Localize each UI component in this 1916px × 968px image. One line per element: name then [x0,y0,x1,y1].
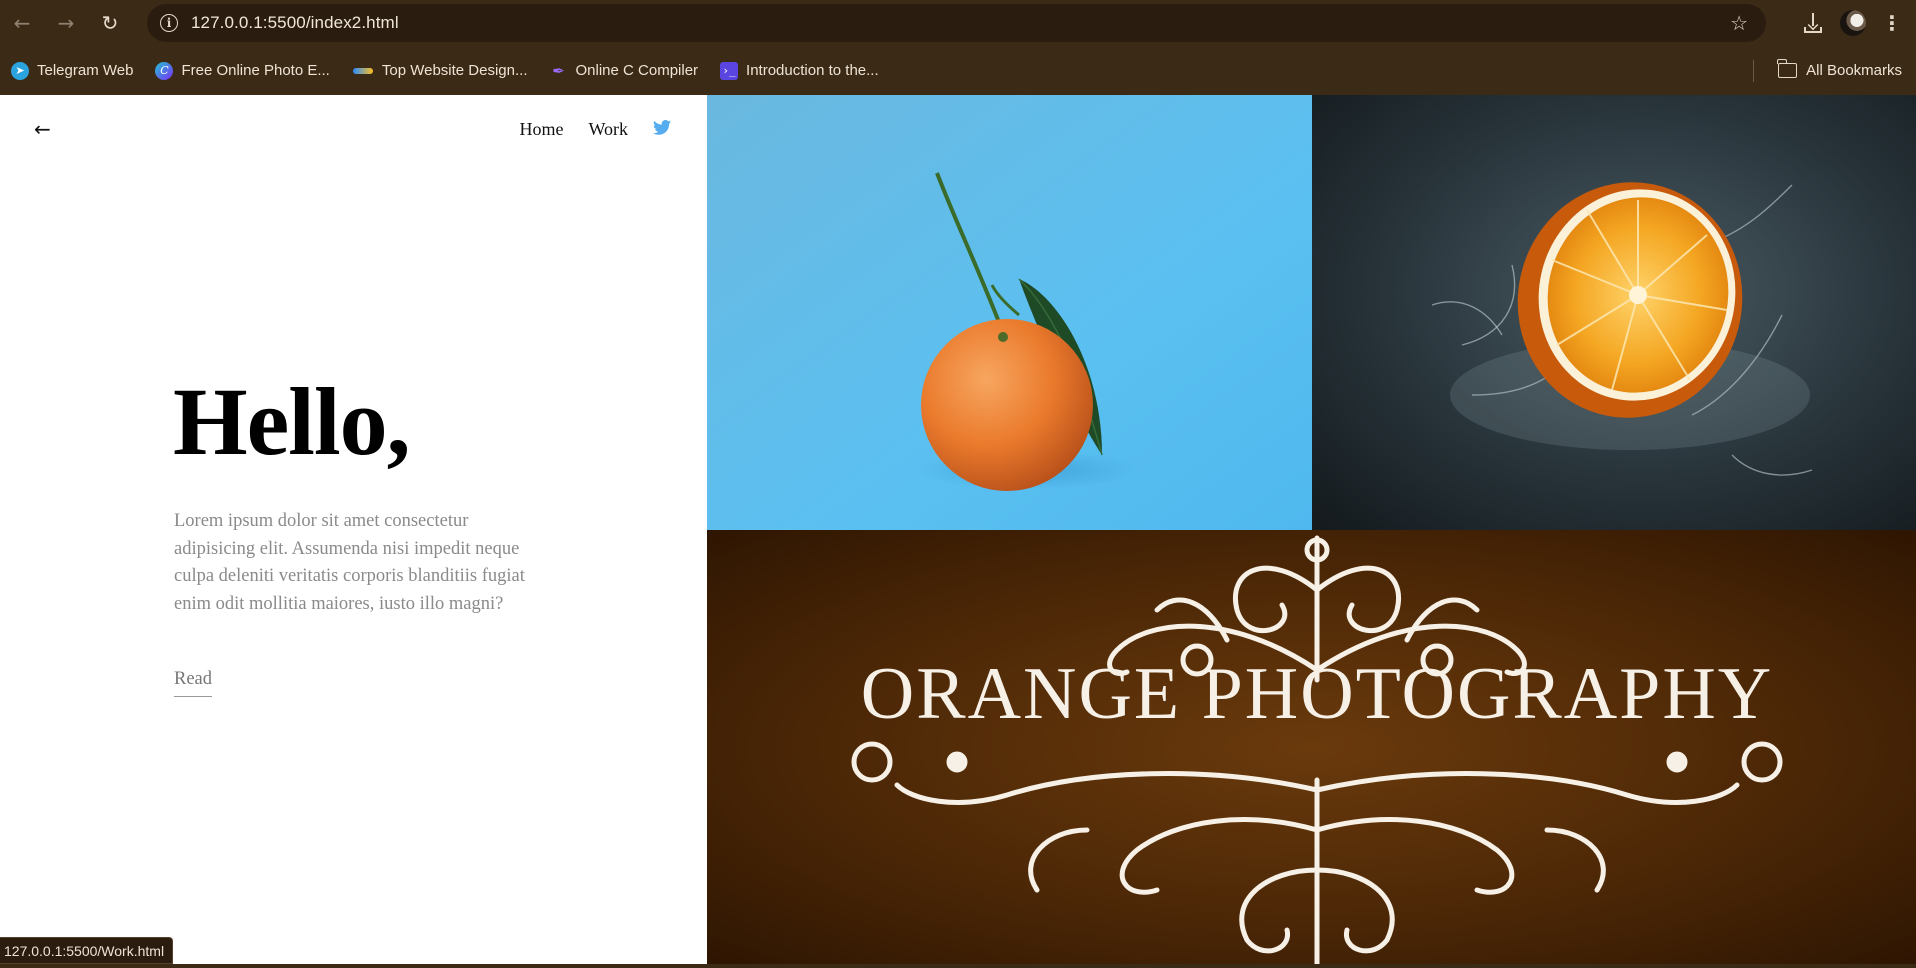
bookmark-label: Introduction to the... [746,62,879,79]
twitter-icon[interactable] [653,119,671,140]
tangerine-photo[interactable] [707,95,1312,530]
bookmark-star-icon[interactable]: ☆ [1730,11,1748,35]
link-status-bubble: 127.0.0.1:5500/Work.html [0,937,174,964]
nav-home-link[interactable]: Home [519,119,563,140]
telegram-icon: ➤ [11,61,29,80]
back-button[interactable]: ← [0,0,44,46]
nav-work-link[interactable]: Work [588,119,628,140]
folder-icon [1777,59,1798,78]
bookmark-website-design[interactable]: Top Website Design... [352,62,528,80]
bookmark-c-compiler[interactable]: ✒ Online C Compiler [550,62,699,80]
bookmark-label: Telegram Web [37,62,134,79]
bookmark-label: Top Website Design... [381,62,528,79]
bookmark-label: Online C Compiler [575,62,699,79]
bookmark-introduction[interactable]: ›_ Introduction to the... [720,61,879,80]
site-nav: Home Work [519,119,671,140]
address-url[interactable]: 127.0.0.1:5500/index2.html [191,13,399,33]
pen-icon: ✒ [552,62,565,80]
bookmarks-bar: ➤ Telegram Web C Free Online Photo E... … [0,46,1916,95]
bookmark-photo-editor[interactable]: C Free Online Photo E... [155,61,330,80]
hero-panel: ← Home Work Hello, Lorem ipsum dolor sit… [0,95,707,964]
back-arrow-icon[interactable]: ← [34,117,51,141]
bookmark-label: Free Online Photo E... [181,62,330,79]
profile-avatar[interactable] [1840,10,1866,36]
orange-splash-photo[interactable] [1312,95,1916,530]
menu-kebab-icon[interactable]: ⋮ [1882,11,1902,35]
hero-body-text: Lorem ipsum dolor sit amet consectetur a… [174,511,525,614]
all-bookmarks-button[interactable]: All Bookmarks [1777,46,1902,95]
orange-photography-banner[interactable]: ORANGE PHOTOGRAPHY [707,530,1916,964]
reload-button[interactable]: ↻ [88,0,132,46]
forward-button[interactable]: → [44,0,88,46]
hero-title: Hello, [173,368,411,475]
bookmark-telegram[interactable]: ➤ Telegram Web [11,61,134,80]
read-link[interactable]: Read [174,669,213,697]
address-bar[interactable]: i 127.0.0.1:5500/index2.html ☆ [147,4,1766,42]
browser-toolbar: ← → ↻ i 127.0.0.1:5500/index2.html ☆ ⋮ [0,0,1916,46]
download-icon[interactable] [1802,12,1824,34]
canva-icon: C [155,61,174,80]
photo-gallery: ORANGE PHOTOGRAPHY [707,95,1916,964]
banner-title: ORANGE PHOTOGRAPHY [861,653,1773,735]
terminal-icon: ›_ [720,61,739,80]
page-viewport: ← Home Work Hello, Lorem ipsum dolor sit… [0,95,1916,964]
site-info-icon[interactable]: i [160,14,178,32]
all-bookmarks-label: All Bookmarks [1806,62,1902,79]
bookmarks-divider [1753,60,1754,82]
wave-icon [352,62,374,80]
